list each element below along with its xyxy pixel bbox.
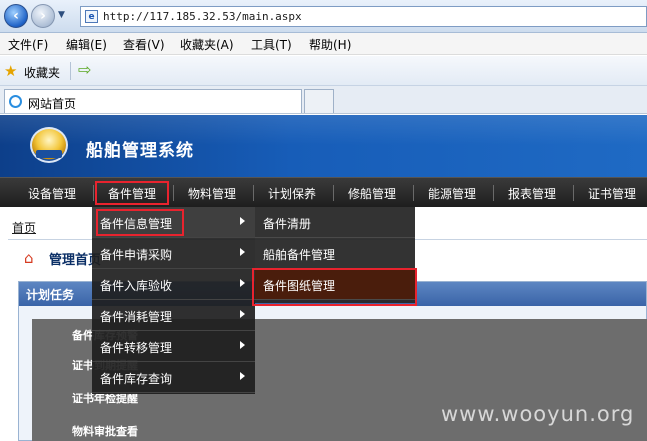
menu-item-label: 备件转移管理	[100, 341, 173, 355]
menu-item-label: 备件库存查询	[100, 372, 173, 386]
back-button[interactable]: ‹	[4, 4, 28, 28]
menu-favorites[interactable]: 收藏夹(A)	[180, 36, 234, 53]
arrow-right-icon: ›	[40, 8, 46, 24]
site-header: 船舶管理系统	[0, 115, 647, 177]
favorites-button[interactable]: 收藏夹	[24, 64, 60, 81]
menu-item-purchase[interactable]: 备件申请采购	[92, 238, 255, 269]
arrow-left-icon: ‹	[13, 8, 19, 24]
nav-reports[interactable]: 报表管理	[492, 185, 572, 202]
menu-item-inventory[interactable]: 备件库存查询	[92, 362, 255, 393]
add-favorite-icon[interactable]: ⇨	[78, 60, 91, 79]
page-icon: e	[85, 10, 98, 23]
menu-item-consumption[interactable]: 备件消耗管理	[92, 300, 255, 331]
chevron-right-icon	[240, 248, 245, 256]
loading-icon	[9, 95, 22, 108]
task-link[interactable]: 物料审批查看	[72, 423, 138, 439]
menu-file[interactable]: 文件(F)	[8, 36, 48, 53]
nav-maintenance-plan[interactable]: 计划保养	[252, 185, 332, 202]
home-icon: ⌂	[24, 249, 34, 267]
favorites-bar: ★ 收藏夹 ⇨	[0, 56, 647, 86]
url-text: http://117.185.32.53/main.aspx	[103, 10, 302, 23]
menu-view[interactable]: 查看(V)	[123, 36, 165, 53]
nav-energy[interactable]: 能源管理	[412, 185, 492, 202]
menu-item-label: 备件申请采购	[100, 248, 173, 262]
highlight-box	[95, 181, 169, 205]
submenu-item-label: 备件清册	[263, 217, 312, 231]
menu-help[interactable]: 帮助(H)	[309, 36, 351, 53]
menu-item-transfer[interactable]: 备件转移管理	[92, 331, 255, 362]
tab-home[interactable]: 网站首页	[4, 89, 302, 113]
watermark: www.wooyun.org	[441, 402, 635, 426]
menu-item-label: 备件消耗管理	[100, 310, 173, 324]
chevron-right-icon	[240, 372, 245, 380]
address-bar: ‹ › ▼ e http://117.185.32.53/main.aspx	[0, 0, 647, 33]
star-icon[interactable]: ★	[4, 62, 17, 80]
system-title: 船舶管理系统	[86, 141, 194, 161]
breadcrumb[interactable]: 首页	[12, 219, 36, 236]
chevron-right-icon	[240, 279, 245, 287]
panel-title: 计划任务	[26, 288, 75, 302]
nav-materials[interactable]: 物料管理	[172, 185, 252, 202]
nav-ship-repair[interactable]: 修船管理	[332, 185, 412, 202]
ship-logo-icon	[30, 127, 68, 163]
menu-tools[interactable]: 工具(T)	[251, 36, 292, 53]
chevron-right-icon	[240, 341, 245, 349]
forward-button[interactable]: ›	[31, 4, 55, 28]
new-tab-button[interactable]	[304, 89, 334, 113]
divider	[70, 62, 71, 80]
chevron-right-icon	[240, 310, 245, 318]
tab-title: 网站首页	[28, 97, 77, 111]
menu-item-label: 备件入库验收	[100, 279, 173, 293]
nav-equipment[interactable]: 设备管理	[12, 185, 92, 202]
history-dropdown-icon[interactable]: ▼	[58, 10, 65, 20]
highlight-box	[96, 209, 184, 236]
submenu-item-ship-parts[interactable]: 船舶备件管理	[255, 238, 415, 269]
url-input[interactable]: e http://117.185.32.53/main.aspx	[80, 6, 647, 27]
menu-item-inbound[interactable]: 备件入库验收	[92, 269, 255, 300]
submenu-item-parts-list[interactable]: 备件清册	[255, 207, 415, 238]
menu-edit[interactable]: 编辑(E)	[66, 36, 107, 53]
tab-strip: 网站首页	[0, 86, 647, 114]
nav-certificates[interactable]: 证书管理	[572, 185, 647, 202]
highlight-box	[252, 268, 417, 306]
menu-bar: 文件(F) 编辑(E) 查看(V) 收藏夹(A) 工具(T) 帮助(H)	[0, 33, 647, 55]
submenu-item-label: 船舶备件管理	[263, 248, 336, 262]
chevron-right-icon	[240, 217, 245, 225]
